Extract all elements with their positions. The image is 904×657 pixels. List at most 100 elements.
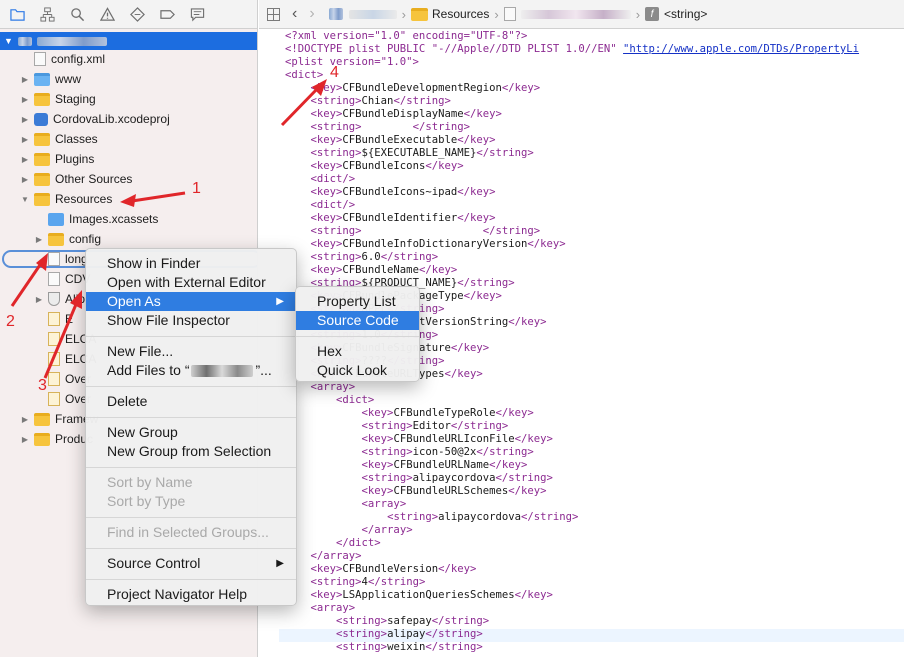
disclosure-triangle-icon[interactable]: ▶ [20,95,30,104]
xml-text: LSApplicationQueriesSchemes [342,589,515,601]
xml-tag: </string> [476,446,534,458]
xml-tag: </key> [418,264,458,276]
disclosure-triangle-icon[interactable]: ▼ [20,195,30,204]
jumpbar-file-segment[interactable] [503,7,631,21]
folder-icon[interactable] [8,5,27,24]
folder-icon [411,7,428,21]
menu-item-show-file-inspector[interactable]: Show File Inspector [86,311,296,330]
xml-text: CFBundleTypeRole [393,407,496,419]
related-items-button[interactable] [267,7,280,21]
annotation-number: 3 [38,377,47,394]
dtd-link[interactable]: "http://www.apple.com/DTDs/PropertyLi [623,43,859,55]
code-line: <string> </string> [285,225,541,238]
menu-item-new-group-from-selection[interactable]: New Group from Selection [86,442,296,461]
warning-icon[interactable] [98,5,117,24]
menu-item-delete[interactable]: Delete [86,392,296,411]
xml-tag: <key> [310,82,343,94]
menu-item-label: Add Files to “ [107,362,190,378]
redacted-project-name [36,36,107,46]
code-line: <string>6.0</string> [285,251,439,264]
disclosure-triangle-icon[interactable]: ▶ [20,155,30,164]
project-root-row[interactable]: ▼ [0,32,257,50]
search-icon[interactable] [68,5,87,24]
disclosure-triangle-icon[interactable]: ▶ [34,295,44,304]
menu-item-source-control[interactable]: Source Control ▶ [86,554,296,573]
function-icon: f [645,7,660,21]
xml-tag: <dict> [336,394,375,406]
tree-item[interactable]: ▶ config [0,229,257,249]
xcode-project-icon [34,112,48,126]
disclosure-triangle-icon[interactable]: ▼ [4,36,13,46]
test-diamond-icon[interactable] [128,5,147,24]
xml-tag: <string> [310,251,362,263]
jumpbar-element-segment[interactable]: f <string> [645,7,707,21]
xml-tag: <key> [310,108,343,120]
xml-text: Editor [412,420,451,432]
code-line: <string>weixin</string> [285,641,483,654]
tree-item[interactable]: ▶ Other Sources [0,169,257,189]
plist-file-icon [503,7,516,21]
code-line: <dict/> [285,173,356,186]
xml-tag: </key> [463,290,502,302]
code-line: <dict> [285,69,323,82]
tree-item[interactable]: ▼ Resources [0,189,257,209]
menu-item-new-file[interactable]: New File... [86,342,296,361]
menu-item-open-external-editor[interactable]: Open with External Editor [86,273,296,292]
forward-arrow-icon[interactable]: › [309,5,314,23]
breakpoint-icon[interactable] [158,5,177,24]
tree-item-label: Other Sources [55,172,133,186]
menu-item-label: Property List [317,293,396,309]
tree-item[interactable]: Images.xcassets [0,209,257,229]
jumpbar-folder-segment[interactable]: Resources [411,7,489,21]
disclosure-triangle-icon[interactable]: ▶ [34,235,44,244]
tree-item[interactable]: config.xml [0,49,257,69]
menu-item-new-group[interactable]: New Group [86,423,296,442]
folder-icon [34,412,50,426]
disclosure-triangle-icon[interactable]: ▶ [20,415,30,424]
xml-text: CFBundleIdentifier [342,212,458,224]
code-line: <string>alipaycordova</string> [285,472,553,485]
jumpbar-project-segment[interactable] [328,8,397,20]
menu-separator [296,336,419,337]
xml-text [285,95,311,107]
xml-text [285,615,336,627]
menu-item-property-list[interactable]: Property List [296,292,419,311]
disclosure-triangle-icon[interactable]: ▶ [20,75,30,84]
disclosure-triangle-icon[interactable]: ▶ [20,115,30,124]
menu-item-hex[interactable]: Hex [296,342,419,361]
xml-tag: <key> [310,264,343,276]
disclosure-triangle-icon[interactable]: ▶ [20,175,30,184]
xml-tag: <dict/> [310,173,356,185]
menu-separator [86,386,296,387]
tree-item[interactable]: ▶ Classes [0,129,257,149]
code-line: <dict/> [285,199,356,212]
redacted-project-name [191,365,254,378]
tree-item[interactable]: ▶ CordovaLib.xcodeproj [0,109,257,129]
xml-text: CFBundleName [342,264,419,276]
comment-icon[interactable] [188,5,207,24]
menu-item-show-in-finder[interactable]: Show in Finder [86,254,296,273]
code-line: <string>${EXECUTABLE_NAME}</string> [285,147,534,160]
code-line: <key>CFBundleIcons~ipad</key> [285,186,496,199]
menu-item-label: Open As [107,293,161,309]
disclosure-triangle-icon[interactable]: ▶ [20,135,30,144]
tree-item[interactable]: ▶ Staging [0,89,257,109]
menu-separator [86,467,296,468]
tree-item[interactable]: ▶ www [0,69,257,89]
menu-item-open-as[interactable]: Open As ▶ [86,292,296,311]
xml-tag: <string> [310,576,362,588]
hierarchy-icon[interactable] [38,5,57,24]
menu-item-quick-look[interactable]: Quick Look [296,361,419,380]
menu-item-source-code[interactable]: Source Code [296,311,419,330]
code-line: <key>CFBundleIdentifier</key> [285,212,496,225]
menu-item-project-navigator-help[interactable]: Project Navigator Help [86,585,296,604]
folder-icon [34,132,50,146]
xml-text: CFBundleInfoDictionaryVersion [342,238,528,250]
code-line: <array> [285,498,407,511]
back-arrow-icon[interactable]: ‹ [292,5,297,23]
menu-item-add-files[interactable]: Add Files to “ ”... [86,361,296,380]
code-line: </dict> [285,537,381,550]
xib-file-icon [48,312,60,326]
disclosure-triangle-icon[interactable]: ▶ [20,435,30,444]
tree-item[interactable]: ▶ Plugins [0,149,257,169]
